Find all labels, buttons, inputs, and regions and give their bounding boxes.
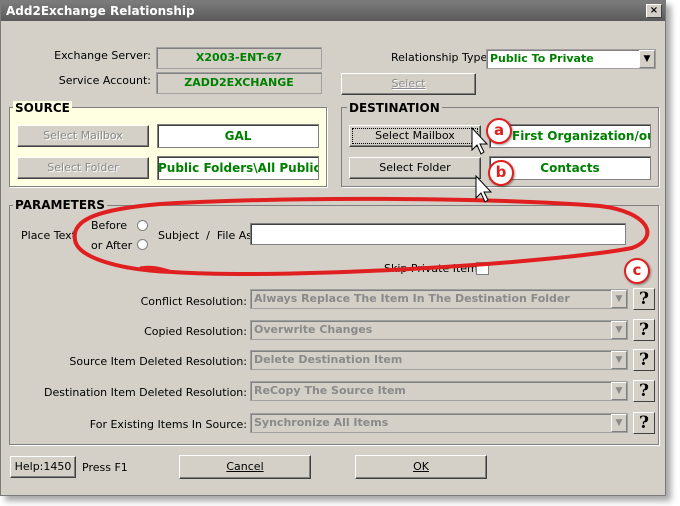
annotation-badge-b: b bbox=[488, 160, 514, 186]
annotation-badge-a: a bbox=[486, 118, 512, 144]
cursor-arrow-icon bbox=[471, 126, 489, 155]
annotation-ellipse bbox=[72, 196, 650, 276]
cursor-arrow-icon bbox=[475, 174, 493, 203]
annotation-overlay bbox=[72, 126, 650, 276]
annotation-badge-c: c bbox=[624, 258, 650, 284]
